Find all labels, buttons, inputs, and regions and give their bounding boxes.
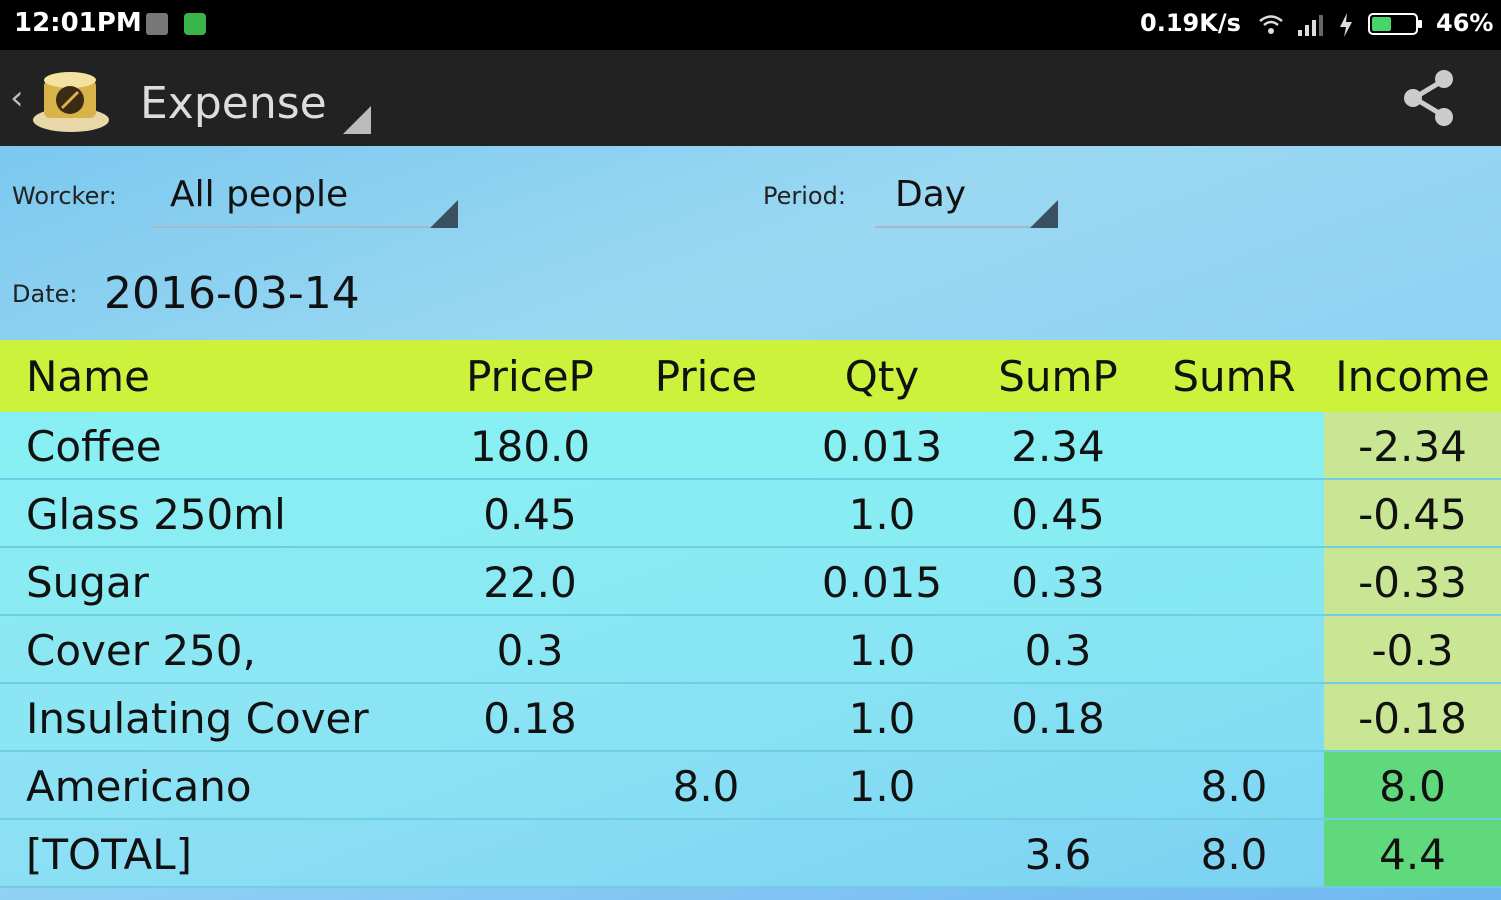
cell-income: -0.18 (1358, 693, 1467, 743)
worker-spinner-underline (150, 226, 458, 228)
cell-income: 8.0 (1379, 761, 1446, 811)
date-label: Date: (12, 280, 78, 308)
cell-name: Coffee (26, 421, 162, 471)
share-icon[interactable] (1398, 66, 1462, 130)
date-value[interactable]: 2016-03-14 (104, 268, 360, 319)
cell-income: -0.33 (1358, 557, 1467, 607)
table-row[interactable]: Coffee 180.0 0.013 2.34 -2.34 (0, 412, 1501, 480)
cell-pricep: 0.18 (483, 693, 577, 743)
cell-sumr (1144, 684, 1324, 752)
cell-price (616, 412, 796, 480)
table-row[interactable]: Sugar 22.0 0.015 0.33 -0.33 (0, 548, 1501, 616)
table-row[interactable]: [TOTAL] 3.6 8.0 4.4 (0, 820, 1501, 888)
table-row[interactable]: Cover 250, 0.3 1.0 0.3 -0.3 (0, 616, 1501, 684)
network-speed: 0.19K/s (1140, 9, 1241, 37)
cell-sumr (1144, 480, 1324, 548)
table-row[interactable]: Insulating Cover 0.18 1.0 0.18 -0.18 (0, 684, 1501, 752)
cell-qty: 1.0 (848, 761, 916, 811)
cell-qty (792, 820, 972, 888)
battery-percent: 46% (1436, 9, 1494, 37)
battery-icon (1368, 13, 1422, 35)
cell-sumr: 8.0 (1200, 829, 1268, 879)
cell-qty: 1.0 (848, 693, 916, 743)
cell-qty: 0.015 (821, 557, 943, 607)
cell-sumr (1144, 548, 1324, 616)
cell-price (616, 684, 796, 752)
col-header-sump[interactable]: SumP (968, 340, 1148, 412)
worker-spinner[interactable]: All people (170, 174, 348, 215)
cell-qty: 0.013 (821, 421, 943, 471)
wifi-icon (1259, 15, 1283, 34)
period-dropdown-icon[interactable] (1030, 200, 1058, 228)
cell-pricep: 22.0 (483, 557, 577, 607)
back-caret-icon[interactable]: ‹ (10, 78, 24, 118)
cell-qty: 1.0 (848, 625, 916, 675)
signal-icon (1298, 15, 1323, 36)
status-time: 12:01PM (14, 8, 142, 38)
cell-sump: 0.33 (1011, 557, 1105, 607)
cell-sump: 3.6 (1024, 829, 1092, 879)
table-row[interactable]: Glass 250ml 0.45 1.0 0.45 -0.45 (0, 480, 1501, 548)
cell-sumr (1144, 412, 1324, 480)
cell-name: Americano (26, 761, 252, 811)
cell-name: Sugar (26, 557, 149, 607)
cell-pricep: 180.0 (469, 421, 591, 471)
period-label: Period: (763, 182, 846, 210)
period-spinner[interactable]: Day (895, 174, 966, 215)
cell-name: Glass 250ml (26, 489, 286, 539)
cell-sump: 0.45 (1011, 489, 1105, 539)
action-bar: ‹ Expense (0, 50, 1501, 149)
app-notification-icon (184, 13, 206, 35)
cell-income: -2.34 (1358, 421, 1467, 471)
cell-name: Insulating Cover (26, 693, 369, 743)
col-header-pricep[interactable]: PriceP (440, 340, 620, 412)
notification-icon (146, 13, 168, 35)
cell-sump: 2.34 (1011, 421, 1105, 471)
cell-name: [TOTAL] (26, 829, 193, 879)
table-row[interactable]: Americano 8.0 1.0 8.0 8.0 (0, 752, 1501, 820)
status-bar: 12:01PM 0.19K/s 46% (0, 0, 1501, 50)
cell-sump: 0.3 (1024, 625, 1092, 675)
cell-price (616, 820, 796, 888)
title-dropdown-icon[interactable] (343, 106, 371, 134)
cell-sump (968, 752, 1148, 820)
app-logo-icon[interactable] (30, 62, 112, 136)
cell-sump: 0.18 (1011, 693, 1105, 743)
worker-label: Worcker: (12, 182, 117, 210)
cell-pricep (440, 752, 620, 820)
col-header-sumr[interactable]: SumR (1144, 340, 1324, 412)
cell-sumr (1144, 616, 1324, 684)
cell-income: 4.4 (1379, 829, 1446, 879)
row-divider (0, 886, 1501, 888)
cell-price: 8.0 (672, 761, 740, 811)
col-header-name[interactable]: Name (26, 340, 150, 412)
col-header-price[interactable]: Price (616, 340, 796, 412)
screen-title[interactable]: Expense (140, 78, 327, 129)
report-content: Worcker: All people Period: Day Date: 20… (0, 146, 1501, 900)
cell-income: -0.3 (1371, 625, 1454, 675)
cell-pricep (440, 820, 620, 888)
cell-price (616, 480, 796, 548)
cell-price (616, 616, 796, 684)
worker-dropdown-icon[interactable] (430, 200, 458, 228)
cell-income: -0.45 (1358, 489, 1467, 539)
col-header-qty[interactable]: Qty (792, 340, 972, 412)
cell-pricep: 0.3 (496, 625, 564, 675)
cell-price (616, 548, 796, 616)
col-header-income[interactable]: Income (1324, 340, 1501, 412)
charging-icon (1340, 13, 1352, 37)
cell-qty: 1.0 (848, 489, 916, 539)
cell-pricep: 0.45 (483, 489, 577, 539)
cell-name: Cover 250, (26, 625, 256, 675)
cell-sumr: 8.0 (1200, 761, 1268, 811)
table-header: Name PriceP Price Qty SumP SumR Income (0, 340, 1501, 412)
